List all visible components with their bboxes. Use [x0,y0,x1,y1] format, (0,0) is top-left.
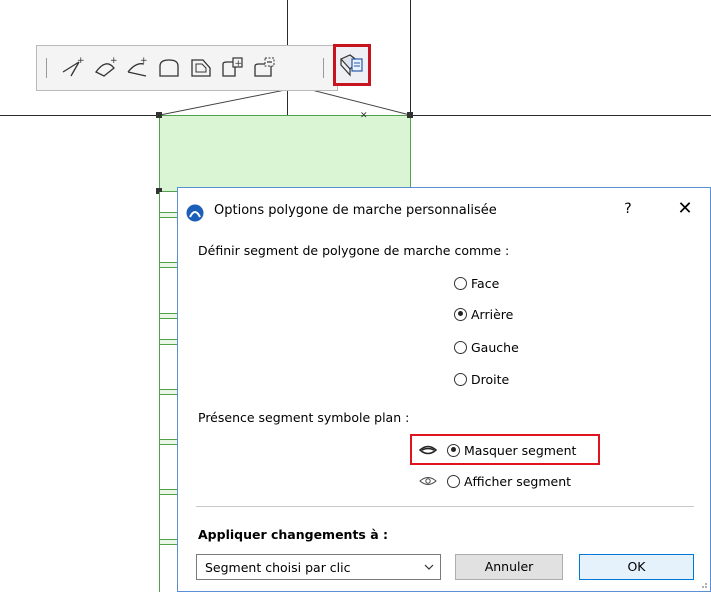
toolbar-separator [323,58,324,78]
polygon-toolbar: + + + + [36,45,338,91]
define-segment-label: Définir segment de polygone de marche co… [198,243,510,258]
radio-afficher-label: Afficher segment [464,473,572,489]
offset-edge-icon[interactable] [155,54,183,82]
resize-grip-icon[interactable] [698,579,708,589]
svg-text:+: + [77,56,85,66]
radio-afficher[interactable]: Afficher segment [419,472,571,490]
archicad-logo-icon [186,204,204,222]
curved-vertex-icon[interactable]: + [92,54,120,82]
stair-polygon[interactable]: ✕ [156,111,413,194]
dialog-title: Options polygone de marche personnalisée [214,203,497,218]
radio-button[interactable] [454,340,467,354]
resize-handle-icon[interactable]: ✕ [360,111,368,121]
svg-text:+: + [110,56,118,66]
radio-face[interactable]: Face [454,274,499,292]
ok-button[interactable]: OK [579,554,694,580]
svg-text:+: + [140,56,148,66]
apply-label: Appliquer changements à : [198,527,389,542]
eye-open-icon [419,477,437,485]
radio-button[interactable] [454,307,467,321]
radio-button[interactable] [447,474,460,488]
apply-select[interactable]: Segment choisi par clic [196,554,441,580]
add-polygon-icon[interactable]: + [219,54,247,82]
radio-masquer[interactable]: Masquer segment [419,441,576,459]
radio-arriere[interactable]: Arrière [454,305,513,323]
polygon-node[interactable] [407,112,413,118]
eye-closed-icon [419,445,437,455]
radio-button[interactable] [454,276,467,290]
radio-arriere-label: Arrière [471,306,514,322]
radio-gauche-label: Gauche [471,339,519,355]
cancel-button[interactable]: Annuler [455,554,563,580]
subtract-polygon-icon[interactable] [251,54,279,82]
radio-droite-label: Droite [471,371,510,387]
divider [196,506,694,507]
svg-text:+: + [235,59,243,69]
presence-label: Présence segment symbole plan : [198,410,410,425]
radio-button[interactable] [454,372,467,386]
help-button[interactable]: ? [618,201,638,217]
custom-polygon-options-icon [340,54,363,77]
dialog-title-bar[interactable]: Options polygone de marche personnalisée… [178,188,710,234]
radio-masquer-label: Masquer segment [464,442,577,458]
polygon-node[interactable] [156,112,162,118]
radio-face-label: Face [471,275,500,291]
apply-select-value: Segment choisi par clic [205,560,351,575]
chevron-down-icon [424,564,434,570]
radio-button[interactable] [447,443,460,457]
custom-polygon-options-button[interactable] [333,44,371,86]
offset-all-edges-icon[interactable] [187,54,215,82]
arc-vertex-icon[interactable]: + [124,54,152,82]
polygon-vertex-icon[interactable]: + [59,54,87,82]
radio-gauche[interactable]: Gauche [454,338,519,356]
radio-droite[interactable]: Droite [454,370,509,388]
toolbar-separator [46,58,47,78]
close-button[interactable]: ✕ [674,198,696,219]
